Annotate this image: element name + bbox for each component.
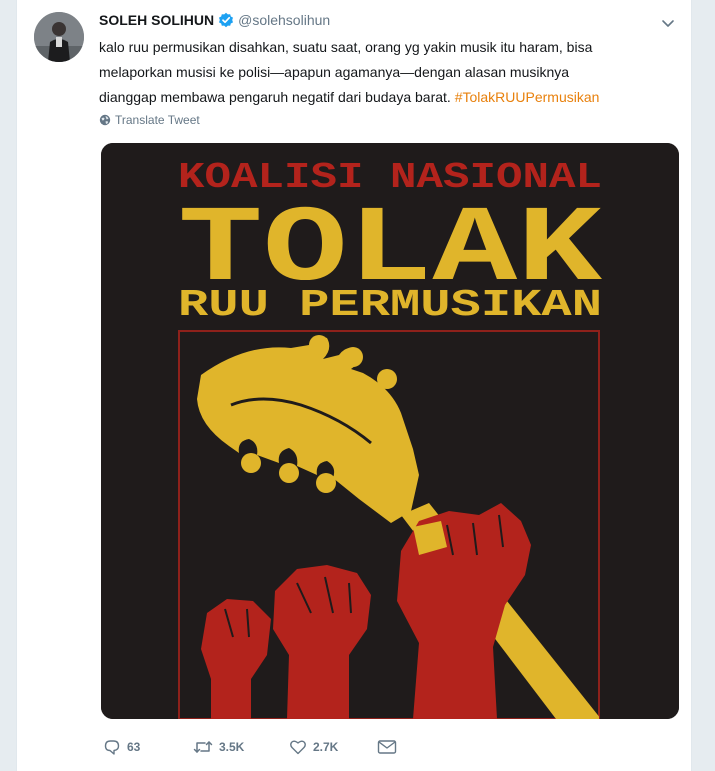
retweet-icon xyxy=(193,741,213,753)
tweet-text-line: dianggap membawa pengaruh negatif dari b… xyxy=(99,89,451,105)
poster-artwork: KOALISI NASIONAL TOLAK RUU PERMUSIKAN xyxy=(101,143,679,719)
display-name[interactable]: SOLEH SOLIHUN xyxy=(99,12,214,28)
tweet-text: kalo ruu permusikan disahkan, suatu saat… xyxy=(99,35,689,110)
page: SOLEH SOLIHUN @solehsolihun kalo ruu per… xyxy=(0,0,715,771)
avatar[interactable] xyxy=(34,12,84,62)
hashtag-link[interactable]: #TolakRUUPermusikan xyxy=(455,89,600,105)
tweet-header: SOLEH SOLIHUN @solehsolihun xyxy=(99,10,330,30)
globe-icon xyxy=(99,114,111,126)
envelope-icon xyxy=(377,740,397,754)
reply-button[interactable]: 63 xyxy=(103,738,193,756)
user-handle[interactable]: @solehsolihun xyxy=(238,12,330,28)
like-button[interactable]: 2.7K xyxy=(289,738,377,756)
reply-count: 63 xyxy=(127,740,141,754)
heart-icon xyxy=(290,740,306,755)
tweet-actions: 63 3.5K 2.7K xyxy=(103,736,403,758)
avatar-image xyxy=(34,12,84,62)
direct-message-button[interactable] xyxy=(377,739,403,755)
retweet-button[interactable]: 3.5K xyxy=(193,738,289,756)
tweet-card: SOLEH SOLIHUN @solehsolihun kalo ruu per… xyxy=(16,0,692,771)
tweet-text-line: melaporkan musisi ke polisi—apapun agama… xyxy=(99,64,570,80)
poster-title-ruu: RUU PERMUSIKAN xyxy=(178,284,602,327)
translate-tweet-button[interactable]: Translate Tweet xyxy=(99,112,200,128)
tweet-text-line: kalo ruu permusikan disahkan, suatu saat… xyxy=(99,39,593,55)
reply-icon xyxy=(104,740,120,755)
verified-badge-icon xyxy=(218,12,234,28)
retweet-count: 3.5K xyxy=(219,740,245,754)
translate-tweet-label: Translate Tweet xyxy=(115,113,200,127)
tweet-media-image[interactable]: KOALISI NASIONAL TOLAK RUU PERMUSIKAN xyxy=(101,143,679,719)
like-count: 2.7K xyxy=(313,740,339,754)
chevron-down-icon[interactable] xyxy=(659,14,677,32)
